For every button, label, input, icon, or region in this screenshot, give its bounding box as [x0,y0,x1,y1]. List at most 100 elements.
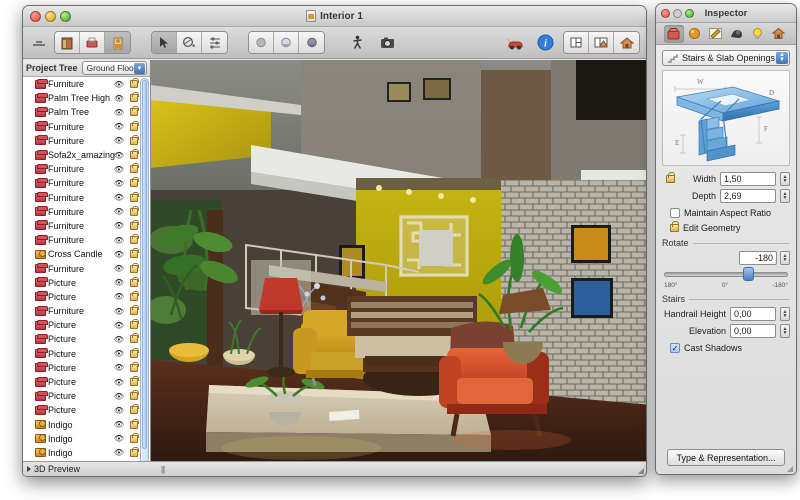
tree-row[interactable]: Furniture 👁 [23,219,150,233]
lock-icon[interactable] [130,276,139,287]
window-titlebar[interactable]: Interior 1 [23,6,646,27]
chevron-down-icon[interactable]: ▼ [134,63,145,74]
materials-tab[interactable] [685,25,705,43]
eye-icon[interactable]: 👁 [114,236,124,245]
eye-icon[interactable]: 👁 [114,193,124,202]
rotate-input[interactable]: -180 [739,251,777,265]
eye-icon[interactable]: 👁 [114,420,124,429]
eye-icon[interactable]: 👁 [114,307,124,316]
eye-icon[interactable]: 👁 [114,321,124,330]
tree-scrollbar[interactable] [140,78,149,464]
edit-geometry-row[interactable]: Edit Geometry [670,221,790,233]
eye-icon[interactable]: 👁 [114,335,124,344]
tree-row[interactable]: Picture 👁 [23,318,150,332]
lock-icon[interactable] [130,248,139,259]
eye-icon[interactable]: 👁 [114,392,124,401]
tree-row[interactable]: Furniture 👁 [23,176,150,190]
lock-icon[interactable] [130,262,139,273]
panel-resize-grip[interactable]: ||| [161,465,165,474]
eye-icon[interactable]: 👁 [114,250,124,259]
lock-icon[interactable] [130,418,139,429]
window-resize-handle[interactable]: ◢ [638,466,644,475]
width-input[interactable]: 1,50 [720,172,776,186]
maintain-aspect-checkbox[interactable] [670,208,680,218]
lock-icon[interactable] [130,191,139,202]
tree-row[interactable]: Palm Tree High 👁 [23,91,150,105]
tree-row[interactable]: Furniture 👁 [23,304,150,318]
inspector-tabs[interactable] [656,23,796,45]
lock-icon[interactable] [130,163,139,174]
lock-icon[interactable] [130,290,139,301]
window-controls[interactable] [30,10,71,22]
walk-person-icon[interactable] [345,31,370,54]
viewport-3d[interactable] [151,60,646,476]
tree-row[interactable]: Furniture 👁 [23,162,150,176]
select-group[interactable] [151,31,228,54]
stepper-chevron-icon[interactable]: ▲ ▼ [776,52,788,64]
width-stepper[interactable]: ▲ ▼ [780,172,790,186]
lock-icon[interactable] [130,219,139,230]
tree-row[interactable]: Picture 👁 [23,332,150,346]
tree-list[interactable]: Furniture 👁 Palm Tree High 👁 Palm Tree 👁 Furni… [23,77,150,476]
lock-icon[interactable] [130,92,139,103]
handrail-stepper[interactable]: ▲ ▼ [780,307,790,321]
lock-icon[interactable] [130,333,139,344]
eye-icon[interactable]: 👁 [114,278,124,287]
inspector-resize-handle[interactable]: ◢ [787,464,793,473]
cast-shadows-row[interactable]: ✓ Cast Shadows [670,343,790,353]
scene-tab[interactable] [769,25,789,43]
tree-row[interactable]: Furniture 👁 [23,261,150,275]
lock-icon[interactable] [130,120,139,131]
close-button[interactable] [30,10,41,22]
eye-icon[interactable]: 👁 [114,363,124,372]
tree-row[interactable]: Furniture 👁 [23,77,150,91]
eye-icon[interactable]: 👁 [114,122,124,131]
eye-icon[interactable]: 👁 [114,221,124,230]
light-tab[interactable] [748,25,768,43]
eye-icon[interactable]: 👁 [114,94,124,103]
lock-icon[interactable] [130,78,139,89]
cabinet-icon[interactable] [55,32,80,53]
lock-icon[interactable] [130,305,139,316]
sphere-shaded-icon[interactable] [274,32,299,53]
lock-icon[interactable] [130,106,139,117]
zoom-button[interactable] [60,10,71,22]
rotate-slider-knob[interactable] [743,267,755,281]
camera-dark-tab[interactable] [727,25,747,43]
lock-icon[interactable] [130,390,139,401]
tree-row[interactable]: Picture 👁 [23,347,150,361]
eye-icon[interactable]: 👁 [114,378,124,387]
layout-group[interactable] [563,31,640,54]
lock-icon[interactable] [130,347,139,358]
printer-icon[interactable] [80,32,105,53]
eye-icon[interactable]: 👁 [114,406,124,415]
lock-icon[interactable] [130,149,139,160]
tree-row[interactable]: Cross Candle 👁 [23,247,150,261]
elevation-stepper[interactable]: ▲ ▼ [780,324,790,338]
eye-icon[interactable]: 👁 [114,136,124,145]
home-icon[interactable] [614,32,639,53]
materials-icon[interactable] [105,32,130,53]
tree-row[interactable]: Picture 👁 [23,403,150,417]
elevation-input[interactable]: 0,00 [730,324,776,338]
tree-row[interactable]: Furniture 👁 [23,134,150,148]
eye-icon[interactable]: 👁 [114,448,124,457]
furniture-tab[interactable] [663,24,684,43]
tree-row[interactable]: Indigo 👁 [23,446,150,460]
lock-icon[interactable] [130,177,139,188]
type-representation-button[interactable]: Type & Representation... [667,449,785,466]
sphere-dark-icon[interactable] [299,32,324,53]
render-group[interactable] [248,31,325,54]
eye-icon[interactable]: 👁 [114,349,124,358]
inspector-titlebar[interactable]: Inspector [656,4,796,23]
depth-stepper[interactable]: ▲ ▼ [780,189,790,203]
preview-label[interactable]: 3D Preview [34,464,80,474]
lock-icon[interactable] [130,361,139,372]
layout-plan-icon[interactable] [564,32,589,53]
eye-icon[interactable]: 👁 [114,179,124,188]
tree-row[interactable]: Picture 👁 [23,389,150,403]
eye-icon[interactable]: 👁 [114,80,124,89]
arrow-select-icon[interactable] [152,32,177,53]
tree-row[interactable]: Furniture 👁 [23,233,150,247]
main-toolbar[interactable]: i [23,27,646,59]
